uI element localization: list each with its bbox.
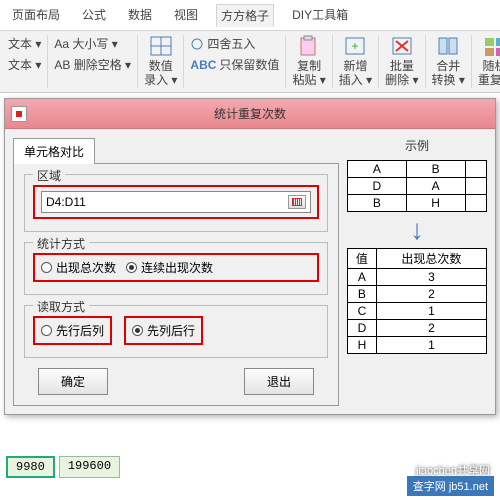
radio-icon xyxy=(126,262,137,273)
insert-btn[interactable]: +新增 插入 ▾ xyxy=(333,35,379,88)
tab-fanggezi[interactable]: 方方格子 xyxy=(216,4,274,27)
stat-legend: 统计方式 xyxy=(33,235,89,252)
arrow-down-icon: ↓ xyxy=(347,216,487,244)
tab-diy[interactable]: DIY工具箱 xyxy=(288,4,352,26)
range-input[interactable]: D4:D11 xyxy=(41,191,311,213)
ribbon-tabs: 页面布局 公式 数据 视图 方方格子 DIY工具箱 xyxy=(0,0,500,31)
svg-text:+: + xyxy=(352,39,359,53)
tab-page-layout[interactable]: 页面布局 xyxy=(8,4,64,26)
insert-icon: + xyxy=(343,35,367,57)
copy-paste-btn[interactable]: 复制 粘贴 ▾ xyxy=(286,35,332,88)
cell[interactable]: 199600 xyxy=(59,456,120,478)
read-highlight-1: 先行后列 xyxy=(33,316,112,345)
radio-icon xyxy=(41,262,52,273)
abc-icon: ABC xyxy=(190,58,216,72)
watermark: 查字网 jb51.net xyxy=(407,476,494,496)
tab-data[interactable]: 数据 xyxy=(124,4,156,26)
random-icon xyxy=(483,35,500,57)
dialog-titlebar[interactable]: 统计重复次数 xyxy=(5,99,495,129)
number-input-btn[interactable]: 数值 录入 ▾ xyxy=(138,35,184,88)
dialog-title: 统计重复次数 xyxy=(214,105,286,122)
clipboard-icon xyxy=(297,35,321,57)
ribbon-toolbar: 文本 ▾ 文本 ▾ Aa 大小写 ▾ AB 删除空格 ▾ 数值 录入 ▾ 四舍五… xyxy=(0,31,500,93)
radio-col-first[interactable]: 先列后行 xyxy=(132,322,195,339)
case-btn[interactable]: Aa 大小写 ▾ xyxy=(54,35,131,52)
region-highlight: D4:D11 xyxy=(33,185,319,219)
cell-selected[interactable]: 9980 xyxy=(6,456,55,478)
radio-icon xyxy=(132,325,143,336)
range-value: D4:D11 xyxy=(46,195,86,209)
text-btn-2[interactable]: 文本 ▾ xyxy=(8,56,41,73)
tab-view[interactable]: 视图 xyxy=(170,4,202,26)
random-btn[interactable]: 随机 重复 ▾ xyxy=(472,35,500,88)
read-legend: 读取方式 xyxy=(33,298,89,315)
trim-btn[interactable]: AB 删除空格 ▾ xyxy=(54,56,131,73)
example-table-2: 值出现总次数 A3 B2 C1 D2 H1 xyxy=(347,248,487,354)
dialog-icon xyxy=(11,106,27,122)
cancel-button[interactable]: 退出 xyxy=(244,368,314,395)
round-btn[interactable]: 四舍五入 xyxy=(190,35,279,52)
region-fieldset: 区域 D4:D11 xyxy=(24,174,328,232)
text-btn-1[interactable]: 文本 ▾ xyxy=(8,35,41,52)
read-fieldset: 读取方式 先行后列 先列后行 xyxy=(24,305,328,358)
radio-total-count[interactable]: 出现总次数 xyxy=(41,259,116,276)
tab-cell-compare[interactable]: 单元格对比 xyxy=(13,138,95,164)
radio-icon xyxy=(41,325,52,336)
dialog-count-duplicates: 统计重复次数 单元格对比 区域 D4:D11 统计方式 出 xyxy=(4,98,496,415)
delete-btn[interactable]: 批量 删除 ▾ xyxy=(379,35,425,88)
merge-icon xyxy=(436,35,460,57)
stat-highlight: 出现总次数 连续出现次数 xyxy=(33,253,319,282)
grid-icon xyxy=(149,35,173,57)
radio-row-first[interactable]: 先行后列 xyxy=(41,322,104,339)
ok-button[interactable]: 确定 xyxy=(38,368,108,395)
read-highlight-2: 先列后行 xyxy=(124,316,203,345)
round-icon xyxy=(190,37,204,51)
keep-value-btn[interactable]: ABC只保留数值 xyxy=(190,56,279,73)
worksheet-cells: 9980 199600 xyxy=(6,456,120,478)
refedit-button[interactable] xyxy=(288,195,306,209)
region-legend: 区域 xyxy=(33,167,65,184)
radio-consecutive-count[interactable]: 连续出现次数 xyxy=(126,259,213,276)
example-table-1: AB DA BH xyxy=(347,160,487,212)
delete-icon xyxy=(390,35,414,57)
merge-btn[interactable]: 合并 转换 ▾ xyxy=(426,35,472,88)
stat-fieldset: 统计方式 出现总次数 连续出现次数 xyxy=(24,242,328,295)
example-title: 示例 xyxy=(347,137,487,154)
tab-formula[interactable]: 公式 xyxy=(78,4,110,26)
